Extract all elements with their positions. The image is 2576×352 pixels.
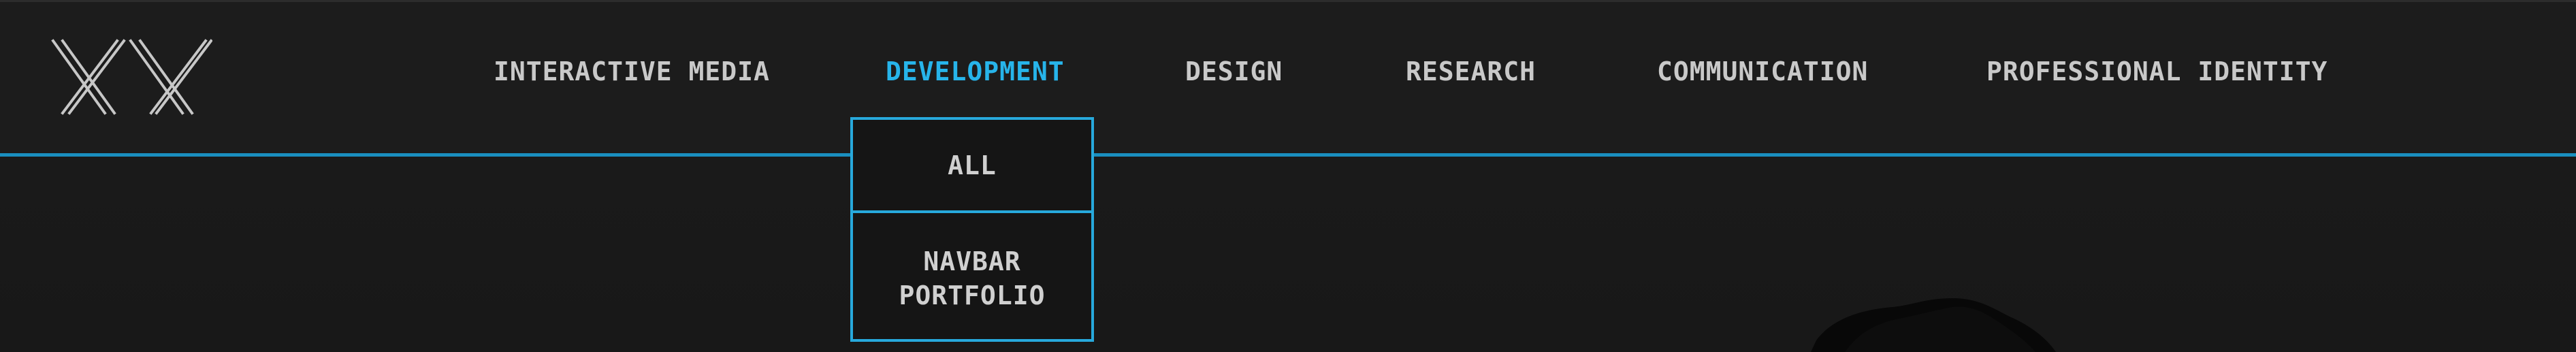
dropdown-item-all-label: ALL bbox=[948, 150, 997, 180]
nav-communication[interactable]: COMMUNICATION bbox=[1657, 54, 1868, 89]
dropdown-item-navbar-portfolio[interactable]: NAVBAR PORTFOLIO bbox=[850, 210, 1094, 342]
nav-professional-identity[interactable]: PROFESSIONAL IDENTITY bbox=[1986, 54, 2328, 89]
dropdown-label-line1: NAVBAR bbox=[923, 246, 1021, 276]
nav-interactive-media[interactable]: INTERACTIVE MEDIA bbox=[494, 54, 770, 89]
nav-design[interactable]: DESIGN bbox=[1185, 54, 1283, 89]
hero-silhouette bbox=[1811, 298, 2056, 352]
dropdown-item-all[interactable]: ALL bbox=[850, 117, 1094, 214]
hero-area bbox=[0, 157, 2576, 352]
nav-research[interactable]: RESEARCH bbox=[1406, 54, 1536, 89]
nav-development[interactable]: DEVELOPMENT bbox=[886, 54, 1065, 89]
dropdown-label-line2: PORTFOLIO bbox=[899, 280, 1046, 310]
logo-xx-icon[interactable] bbox=[49, 38, 212, 116]
dropdown-item-navbar-portfolio-label: NAVBAR PORTFOLIO bbox=[899, 244, 1046, 313]
nav-divider bbox=[0, 153, 2576, 157]
